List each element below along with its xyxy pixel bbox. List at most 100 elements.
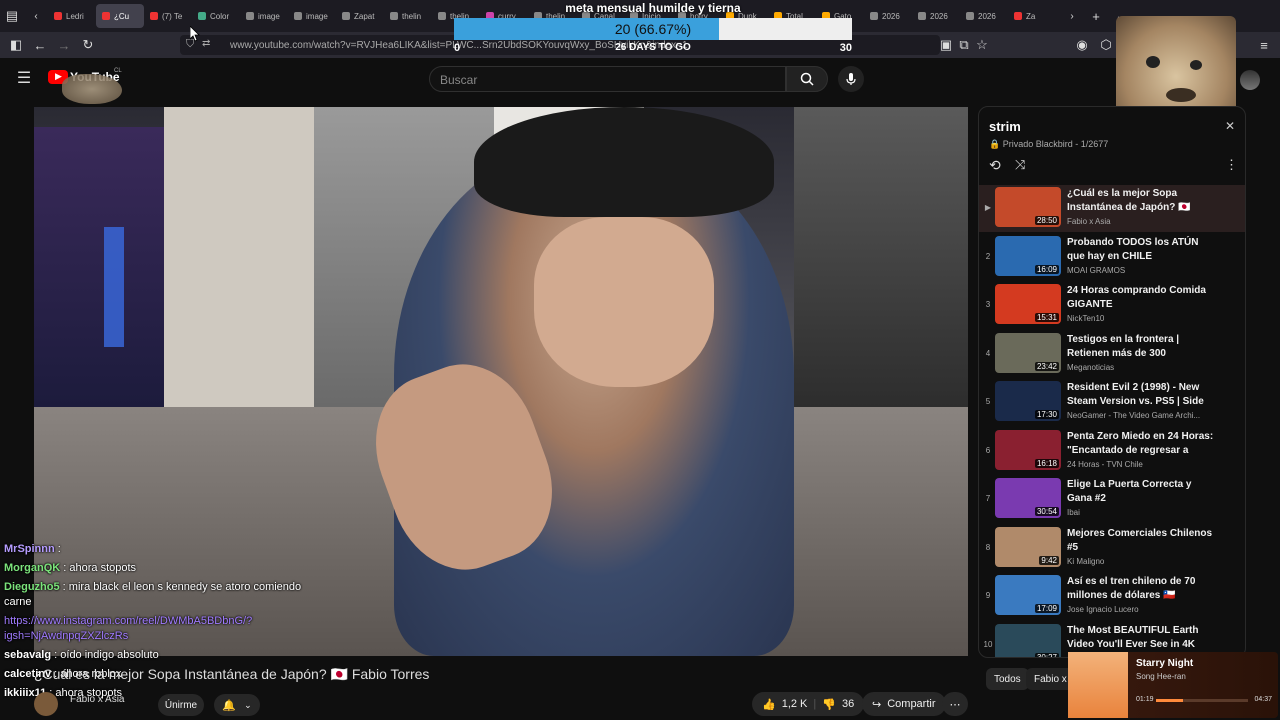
playlist-item-title[interactable]: Así es el tren chileno de 70 millones de… bbox=[1067, 575, 1217, 603]
video-thumbnail[interactable]: 15:31 bbox=[995, 284, 1061, 324]
browser-tab[interactable]: 2026 bbox=[864, 0, 912, 32]
playlist-item-channel[interactable]: 24 Horas - TVN Chile bbox=[1067, 460, 1143, 469]
playlist-item-title[interactable]: Probando TODOS los ATÚN que hay en CHILE bbox=[1067, 236, 1217, 264]
tab-label: 2026 bbox=[930, 11, 948, 21]
forward-icon[interactable]: → bbox=[52, 33, 76, 57]
playlist-item-channel[interactable]: Ibai bbox=[1067, 508, 1080, 517]
shuffle-icon[interactable]: ⤨ bbox=[1015, 157, 1025, 173]
playlist-item-channel[interactable]: Fabio x Asia bbox=[1067, 217, 1111, 226]
video-thumbnail[interactable]: 16:09 bbox=[995, 235, 1061, 276]
playlist-subtitle: 🔒 Privado Blackbird - 1/2677 bbox=[989, 139, 1109, 149]
playlist-options-icon[interactable]: ⋮ bbox=[1225, 157, 1238, 173]
goal-title: meta mensual humilde y tierna bbox=[565, 1, 741, 15]
playlist-item-title[interactable]: The Most BEAUTIFUL Earth Video You'll Ev… bbox=[1067, 624, 1217, 652]
reload-icon[interactable]: ↻ bbox=[76, 33, 100, 57]
playlist-item[interactable]: 6 16:18 Penta Zero Miedo en 24 Horas: "Enc… bbox=[979, 428, 1245, 475]
video-thumbnail[interactable]: 30:27 bbox=[995, 623, 1061, 657]
playlist-item-index: 7 bbox=[985, 494, 991, 503]
tab-label: image bbox=[306, 11, 328, 21]
tab-scroll-left-icon[interactable]: ‹ bbox=[24, 4, 48, 28]
close-icon[interactable]: ✕ bbox=[1225, 119, 1235, 133]
menu-icon[interactable]: ≡ bbox=[1252, 33, 1276, 57]
search-input[interactable]: Buscar bbox=[429, 66, 786, 92]
playlist-item-channel[interactable]: Ki Maligno bbox=[1067, 557, 1104, 566]
browser-tab[interactable]: Ledri bbox=[48, 0, 96, 32]
thumbs-down-icon[interactable]: 👎 bbox=[822, 698, 836, 711]
browser-tab[interactable]: image bbox=[288, 0, 336, 32]
video-thumbnail[interactable]: 9:42 bbox=[995, 526, 1061, 567]
tab-overview-icon[interactable]: ▤ bbox=[0, 4, 24, 28]
playlist-item[interactable]: 2 16:09 Probando TODOS los ATÚN que hay en… bbox=[979, 234, 1245, 281]
bookmark-star-icon[interactable]: ☆ bbox=[970, 33, 994, 57]
tab-favicon-icon bbox=[102, 12, 110, 20]
user-avatar[interactable] bbox=[1240, 70, 1260, 90]
video-thumbnail[interactable]: 17:30 bbox=[995, 381, 1061, 421]
playlist-item-title[interactable]: Mejores Comerciales Chilenos #5 bbox=[1067, 527, 1217, 555]
browser-tab[interactable]: ¿Cu bbox=[96, 4, 144, 28]
video-thumbnail[interactable]: 17:09 bbox=[995, 575, 1061, 615]
album-art bbox=[1068, 652, 1128, 718]
playlist-item-index: 2 bbox=[985, 251, 991, 261]
video-thumbnail[interactable]: 30:54 bbox=[995, 478, 1061, 518]
playlist-item-channel[interactable]: NeoGamer - The Video Game Archi... bbox=[1067, 411, 1200, 420]
share-button[interactable]: ↪ Compartir bbox=[862, 692, 946, 716]
playlist-item[interactable]: 8 9:42 Mejores Comerciales Chilenos #5 Ki M… bbox=[979, 525, 1245, 572]
loop-icon[interactable]: ⟲ bbox=[989, 157, 1001, 174]
filter-chip[interactable]: Todos bbox=[986, 668, 1029, 690]
playlist-item-title[interactable]: Elige La Puerta Correcta y Gana #2 bbox=[1067, 478, 1217, 506]
tab-label: Ledri bbox=[66, 11, 84, 21]
playlist-item[interactable]: 5 17:30 Resident Evil 2 (1998) - New Steam… bbox=[979, 379, 1245, 426]
playlist-item[interactable]: 7 30:54 Elige La Puerta Correcta y Gana #2… bbox=[979, 476, 1245, 523]
browser-tab[interactable]: image bbox=[240, 0, 288, 32]
channel-avatar[interactable] bbox=[34, 692, 58, 716]
playlist-item-title[interactable]: ¿Cuál es la mejor Sopa Instantánea de Ja… bbox=[1067, 187, 1217, 215]
browser-tab[interactable]: 2026 bbox=[960, 0, 1008, 32]
playlist-item-index: 8 bbox=[985, 542, 991, 552]
video-duration: 16:09 bbox=[1034, 264, 1059, 274]
playlist-item-title[interactable]: Penta Zero Miedo en 24 Horas: "Encantado… bbox=[1067, 430, 1217, 458]
back-icon[interactable]: ← bbox=[28, 33, 52, 57]
video-duration: 30:27 bbox=[1034, 652, 1059, 657]
notification-bell-icon[interactable]: 🔔 ⌄ bbox=[214, 694, 260, 716]
lock-icon: 🔒 bbox=[989, 139, 1001, 149]
browser-tab[interactable]: Za bbox=[1008, 0, 1056, 32]
youtube-menu-icon[interactable]: ☰ bbox=[12, 66, 36, 90]
permissions-icon[interactable]: ⇄ bbox=[202, 38, 210, 49]
account-icon[interactable]: ◉ bbox=[1070, 33, 1094, 57]
tab-favicon-icon bbox=[966, 12, 974, 20]
tab-scroll-right-icon[interactable]: › bbox=[1060, 4, 1084, 28]
browser-tab[interactable]: 2026 bbox=[912, 0, 960, 32]
video-thumbnail[interactable]: 23:42 bbox=[995, 332, 1061, 373]
new-tab-icon[interactable]: + bbox=[1084, 4, 1108, 28]
playlist-item-channel[interactable]: MOAI GRAMOS bbox=[1067, 266, 1125, 275]
sidebar-icon[interactable]: ◧ bbox=[4, 33, 28, 57]
logo-doodle-image bbox=[62, 74, 122, 104]
join-button[interactable]: Únirme bbox=[158, 694, 204, 716]
playlist-item-channel[interactable]: NickTen10 bbox=[1067, 314, 1104, 323]
playlist-item-title[interactable]: Resident Evil 2 (1998) - New Steam Versi… bbox=[1067, 381, 1217, 409]
playlist-item[interactable]: 3 15:31 24 Horas comprando Comida GIGANTE N… bbox=[979, 282, 1245, 329]
browser-tab[interactable]: (7) Te bbox=[144, 0, 192, 32]
extensions-icon[interactable]: ⬡ bbox=[1094, 33, 1118, 57]
playlist-title[interactable]: strim bbox=[989, 119, 1021, 134]
like-button[interactable]: 👍 1,2 K | 👎 36 bbox=[752, 692, 865, 716]
playlist-item-title[interactable]: 24 Horas comprando Comida GIGANTE bbox=[1067, 284, 1217, 312]
tab-label: Zapat bbox=[354, 11, 375, 21]
playlist-item[interactable]: 4 23:42 Testigos en la frontera | Retienen… bbox=[979, 331, 1245, 378]
playlist-item-channel[interactable]: Meganoticias bbox=[1067, 363, 1114, 372]
channel-name[interactable]: Fabio x Asia bbox=[70, 694, 124, 705]
video-thumbnail[interactable]: 28:50 bbox=[995, 187, 1061, 227]
video-thumbnail[interactable]: 16:18 bbox=[995, 429, 1061, 470]
playlist-item-channel[interactable]: Jose Ignacio Lucero bbox=[1067, 605, 1139, 614]
playlist-item-title[interactable]: Testigos en la frontera | Retienen más d… bbox=[1067, 333, 1217, 361]
playlist-item[interactable]: ▶ 28:50 ¿Cuál es la mejor Sopa Instantánea… bbox=[979, 185, 1245, 232]
playlist-item[interactable]: 9 17:09 Así es el tren chileno de 70 millo… bbox=[979, 573, 1245, 620]
browser-tab[interactable]: thelin bbox=[384, 0, 432, 32]
search-button[interactable] bbox=[786, 66, 828, 92]
browser-tab[interactable]: Zapat bbox=[336, 0, 384, 32]
tab-favicon-icon bbox=[246, 12, 254, 20]
elapsed-time: 01:19 bbox=[1136, 696, 1154, 703]
more-actions-button[interactable]: ⋯ bbox=[942, 692, 968, 716]
video-duration: 16:18 bbox=[1034, 458, 1059, 468]
voice-search-button[interactable] bbox=[838, 66, 864, 92]
